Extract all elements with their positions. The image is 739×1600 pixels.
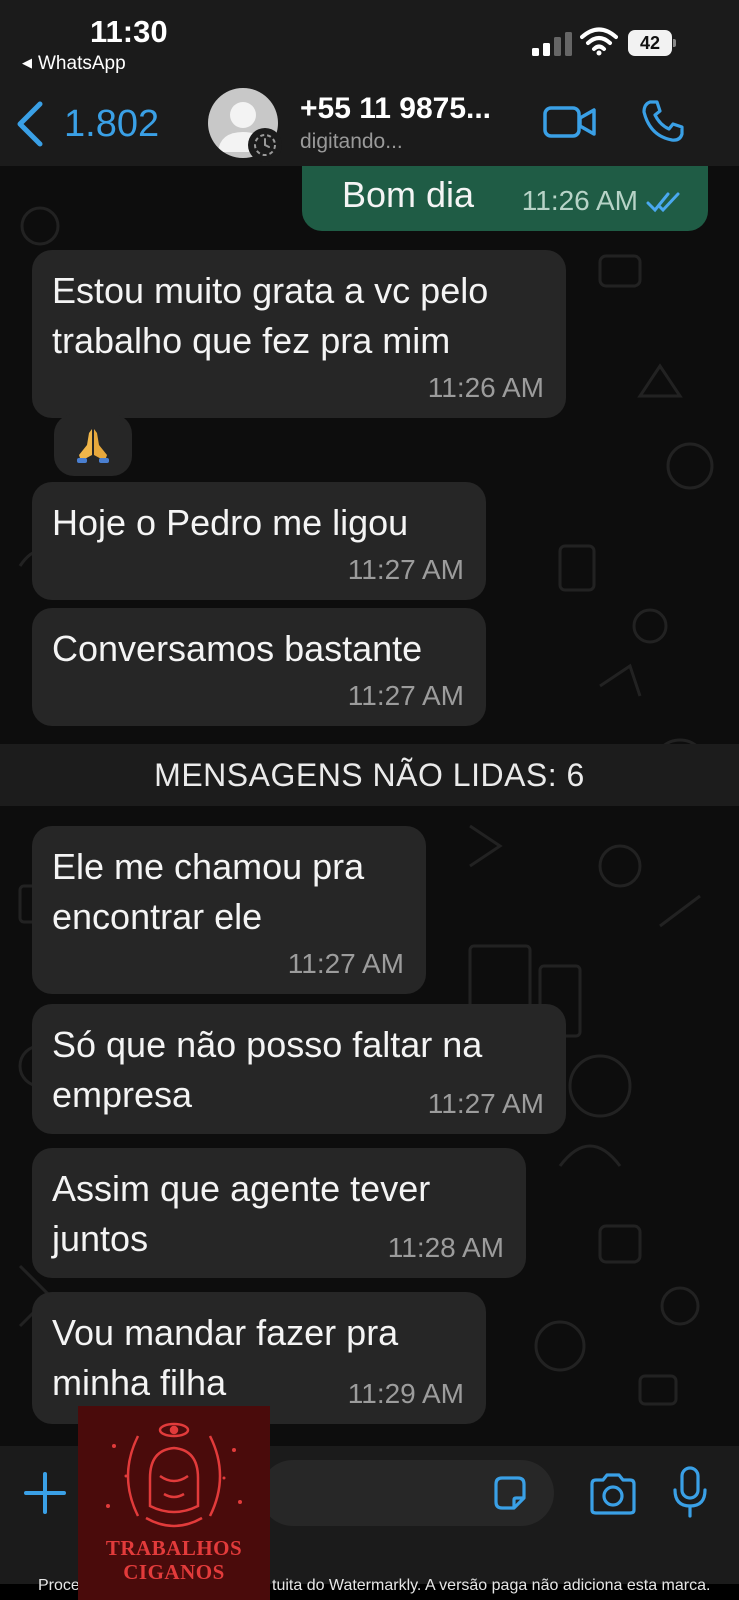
logo-line-1: TRABALHOS bbox=[105, 1536, 243, 1560]
praying-hands-icon bbox=[77, 429, 109, 463]
message-bubble-incoming[interactable]: Só que não posso faltar na empresa 11:27… bbox=[32, 1004, 566, 1134]
timer-badge-icon bbox=[248, 128, 282, 162]
battery-icon: 42 bbox=[628, 30, 676, 56]
message-time: 11:28 AM bbox=[387, 1232, 504, 1263]
sticker-icon[interactable] bbox=[490, 1474, 530, 1514]
message-time: 11:29 AM bbox=[347, 1378, 464, 1409]
plus-icon[interactable] bbox=[22, 1470, 68, 1516]
message-time: 11:27 AM bbox=[347, 680, 464, 711]
chat-area[interactable]: Bom dia 11:26 AM Estou muito grata a vc … bbox=[0, 166, 739, 1446]
message-time: 11:26 AM bbox=[521, 185, 638, 216]
message-bubble-incoming[interactable]: Assim que agente tever juntos 11:28 AM bbox=[32, 1148, 526, 1278]
watermark-logo: TRABALHOS CIGANOS bbox=[78, 1406, 270, 1600]
video-call-icon[interactable] bbox=[542, 102, 598, 142]
message-text: Conversamos bastante bbox=[52, 628, 423, 669]
message-text: Hoje o Pedro me ligou bbox=[52, 502, 409, 543]
message-text: Ele me chamou pra encontrar ele bbox=[52, 846, 365, 937]
unread-count: 1.802 bbox=[64, 102, 160, 145]
wifi-icon bbox=[580, 27, 618, 56]
contact-status: digitando... bbox=[300, 130, 403, 153]
microphone-icon[interactable] bbox=[672, 1466, 708, 1518]
chevron-left-icon bbox=[17, 101, 43, 147]
back-triangle-icon: ◀ bbox=[22, 55, 32, 70]
message-bubble-outgoing[interactable]: Bom dia 11:26 AM bbox=[302, 166, 708, 231]
unread-messages-divider: MENSAGENS NÃO LIDAS: 6 bbox=[0, 744, 739, 806]
message-time: 11:26 AM bbox=[427, 372, 544, 403]
message-time: 11:27 AM bbox=[287, 948, 404, 979]
contact-name[interactable]: +55 11 9875... bbox=[300, 92, 491, 126]
watermark-text-right: tuita do Watermarkly. A versão paga não … bbox=[272, 1577, 711, 1594]
back-to-app-link[interactable]: ◀ WhatsApp bbox=[22, 53, 126, 75]
emoji-reaction-bubble[interactable] bbox=[54, 414, 132, 476]
message-bubble-incoming[interactable]: Ele me chamou pra encontrar ele 11:27 AM bbox=[32, 826, 426, 994]
signal-icon bbox=[532, 32, 572, 56]
message-bubble-incoming[interactable]: Estou muito grata a vc pelo trabalho que… bbox=[32, 250, 566, 418]
message-bubble-incoming[interactable]: Conversamos bastante 11:27 AM bbox=[32, 608, 486, 726]
top-bar: 11:30 ◀ WhatsApp 42 1.802 +55 11 9875...… bbox=[0, 0, 739, 166]
logo-line-2: CIGANOS bbox=[123, 1560, 225, 1584]
message-time: 11:27 AM bbox=[427, 1088, 544, 1119]
message-time: 11:27 AM bbox=[347, 554, 464, 585]
message-text: Estou muito grata a vc pelo trabalho que… bbox=[52, 270, 489, 361]
read-receipt-icon bbox=[646, 192, 680, 213]
back-app-label: WhatsApp bbox=[38, 53, 126, 74]
battery-level: 42 bbox=[628, 30, 672, 56]
camera-icon[interactable] bbox=[588, 1472, 638, 1516]
status-time: 11:30 bbox=[90, 14, 168, 49]
message-bubble-incoming[interactable]: Hoje o Pedro me ligou 11:27 AM bbox=[32, 482, 486, 600]
watermark-text-left: Proce bbox=[38, 1577, 80, 1594]
message-bubble-incoming[interactable]: Vou mandar fazer pra minha filha 11:29 A… bbox=[32, 1292, 486, 1424]
back-button[interactable]: 1.802 bbox=[14, 96, 174, 152]
phone-icon[interactable] bbox=[640, 98, 686, 144]
